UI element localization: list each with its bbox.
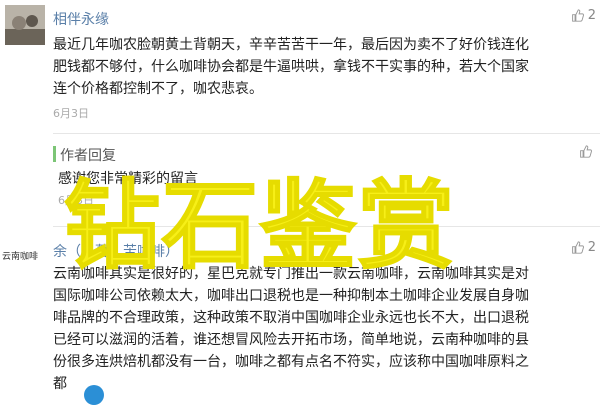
like-count: 2 [587,240,596,255]
comment-text: 最近几年咖农脸朝黄土背朝天，辛辛苦苦干一年，最后因为卖不了好价钱连化 肥钱都不够… [53,34,603,100]
logo-text: 云南咖啡 [2,252,39,262]
comment-line: 连个价格都控制不了，咖农悲哀。 [53,81,263,97]
avatar-logo[interactable]: 云南咖啡 [2,244,46,264]
like-button[interactable]: 2 [571,8,596,23]
comment-username[interactable]: 相伴永缘 [53,9,109,29]
thumbs-up-icon [580,145,592,158]
comment-line: 最近几年咖农脸朝黄土背朝天，辛辛苦苦干一年，最后因为卖不了好价钱连化 [53,37,529,53]
comment-line: 肥钱都不够付，什么咖啡协会都是牛逼哄哄，拿钱不干实事的种，若大个国家 [53,59,529,75]
comment-line: 已经可以滋润的活着，谁还想冒风险去开拓市场，简单地说，云南种咖啡的县 [53,332,529,348]
comment-line: 份很多连烘焙机都没有一台，咖啡之都有点名不符实，应该称中国咖啡原料之 [53,354,529,370]
thumbs-up-icon [571,9,584,22]
like-button[interactable] [579,145,596,158]
comment-line: 国际咖啡公司依赖太大，咖啡出口退税也是一种抑制本土咖啡企业发展自身咖 [53,288,529,304]
comment-line: 都 [53,376,67,392]
reply-indicator [53,146,56,162]
comment-line: 啡品牌的不合理政策，这种政策不取消中国咖啡企业永远也长不大，出口退税 [53,310,529,326]
emoji-icon [84,385,104,405]
like-count: 2 [587,8,596,23]
avatar[interactable] [5,5,45,45]
comment-date: 6月3日 [53,107,89,120]
like-button[interactable]: 2 [571,240,596,255]
divider [53,133,600,134]
thumbs-up-icon [571,241,584,254]
watermark-overlay: 钻石鉴赏 [63,169,456,283]
